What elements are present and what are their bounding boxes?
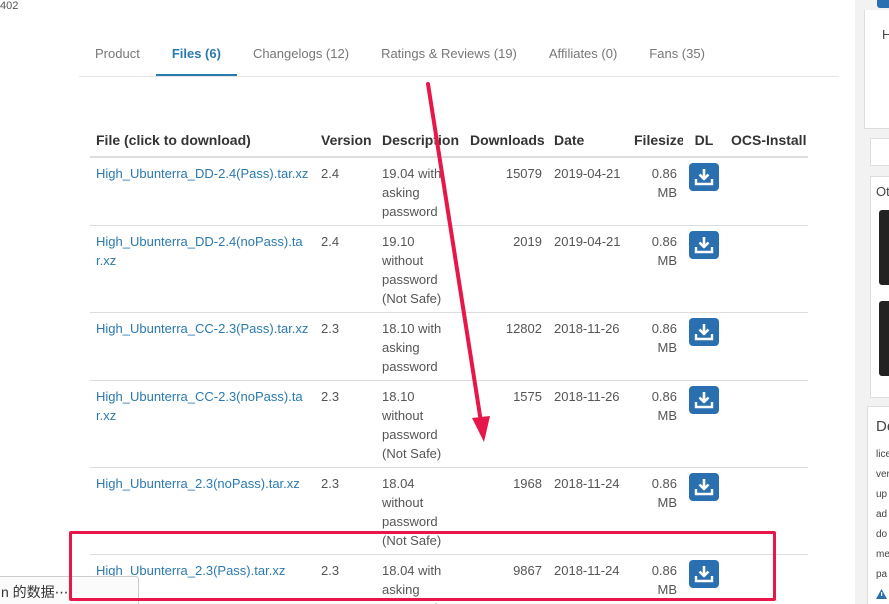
sidebar-line: pa [876,569,888,580]
tab-ratings-reviews[interactable]: Ratings & Reviews (19) [365,32,533,76]
file-cell: High_Ubunterra_DD-2.4(noPass).tar.xz [90,225,315,313]
sidebar-ot-text: Ot [876,184,889,199]
header-downloads[interactable]: Downloads [464,124,548,158]
header-file[interactable]: File (click to download) [90,124,315,158]
version-cell: 2.4 [315,156,376,226]
download-button[interactable] [689,231,719,259]
table-header-row: File (click to download) Version Descrip… [90,124,808,158]
table-row: High_Ubunterra_CC-2.3(noPass).tar.xz 2.3 1… [90,380,808,468]
filesize-cell: 0.86 MB [628,380,683,468]
sidebar-thumbnail[interactable] [879,301,889,376]
sidebar-thumbnail[interactable] [879,210,889,285]
sidebar-line: up [876,489,888,500]
file-download-link[interactable]: High_Ubunterra_DD-2.4(Pass).tar.xz [96,166,308,181]
ocs-install-cell [725,225,808,313]
sidebar-line: ad [876,509,888,520]
header-date[interactable]: Date [548,124,628,158]
filesize-cell: 0.86 MB [628,156,683,226]
sidebar-card: H [864,10,889,129]
ocs-install-cell [725,380,808,468]
file-download-link[interactable]: High_Ubunterra_CC-2.3(Pass).tar.xz [96,321,308,336]
sidebar-line: do [876,529,888,540]
right-sidebar: H Ot De lice ver up ad do me pa [855,0,889,604]
downloads-cell: 2019 [464,225,548,313]
sidebar-de-text: De [876,418,889,435]
download-button[interactable] [689,473,719,501]
tab-bar: Product Files (6) Changelogs (12) Rating… [79,32,839,77]
file-cell: High_Ubunterra_DD-2.4(Pass).tar.xz [90,156,315,226]
tab-fans[interactable]: Fans (35) [633,32,721,76]
file-cell: High_Ubunterra_CC-2.3(Pass).tar.xz [90,312,315,381]
file-cell: High_Ubunterra_CC-2.3(noPass).tar.xz [90,380,315,468]
download-button[interactable] [689,386,719,414]
date-cell: 2019-04-21 [548,225,628,313]
dl-cell [683,380,725,468]
ocs-install-cell [725,312,808,381]
tab-affiliates[interactable]: Affiliates (0) [533,32,633,76]
sidebar-other-card: Ot [870,176,889,398]
table-row: High_Ubunterra_DD-2.4(Pass).tar.xz 2.4 19.… [90,156,808,226]
version-cell: 2.3 [315,380,376,468]
sidebar-description-card: De lice ver up ad do me pa [867,406,889,604]
description-cell: 18.10 with asking password [376,312,464,381]
sidebar-line: lice [876,449,889,460]
filesize-cell: 0.86 MB [628,312,683,381]
downloads-cell: 15079 [464,156,548,226]
file-download-link[interactable]: High_Ubunterra_DD-2.4(noPass).tar.xz [96,234,303,268]
date-cell: 2018-11-26 [548,380,628,468]
download-button[interactable] [689,318,719,346]
download-button[interactable] [689,163,719,191]
dl-cell [683,312,725,381]
file-download-link[interactable]: High_Ubunterra_CC-2.3(noPass).tar.xz [96,389,303,423]
description-cell: 19.04 with asking password [376,156,464,226]
sidebar-top-button[interactable] [877,0,889,8]
sidebar-line: ver [876,469,889,480]
table-row: High_Ubunterra_DD-2.4(noPass).tar.xz 2.4 1… [90,225,808,313]
downloads-cell: 1575 [464,380,548,468]
ocs-install-cell [725,156,808,226]
downloads-cell: 12802 [464,312,548,381]
header-version[interactable]: Version [315,124,376,158]
description-cell: 18.10 without password (Not Safe) [376,380,464,468]
tab-changelogs[interactable]: Changelogs (12) [237,32,365,76]
dl-cell [683,156,725,226]
filesize-cell: 0.86 MB [628,225,683,313]
warning-triangle-icon [876,589,887,599]
sidebar-field[interactable] [870,138,889,166]
header-filesize[interactable]: Filesize [628,124,683,158]
table-row: High_Ubunterra_CC-2.3(Pass).tar.xz 2.3 18.… [90,312,808,381]
header-description[interactable]: Description [376,124,464,158]
sidebar-line: me [876,549,889,560]
annotation-highlight-box [69,531,776,601]
date-cell: 2019-04-21 [548,156,628,226]
header-dl: DL [683,124,725,158]
file-download-link[interactable]: High_Ubunterra_2.3(noPass).tar.xz [96,476,300,491]
version-cell: 2.4 [315,225,376,313]
description-cell: 19.10 without password (Not Safe) [376,225,464,313]
tab-product[interactable]: Product [79,32,156,76]
sidebar-h-text: H [882,27,889,42]
header-ocs-install: OCS-Install [725,124,808,158]
date-cell: 2018-11-26 [548,312,628,381]
corner-number: 402 [0,0,19,12]
version-cell: 2.3 [315,312,376,381]
dl-cell [683,225,725,313]
tab-files[interactable]: Files (6) [155,32,237,76]
